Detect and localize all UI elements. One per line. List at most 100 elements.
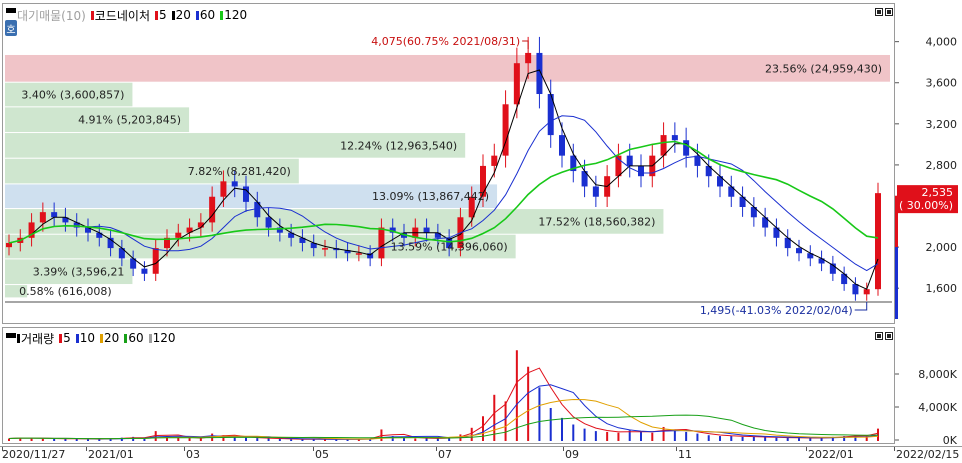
volume-bar (278, 438, 281, 441)
ma-20-label[interactable]: 20 (176, 8, 191, 22)
volume-bar (685, 431, 688, 441)
ma-20-swatch-icon (171, 10, 175, 20)
volume-bar (504, 401, 507, 441)
ma-60-swatch-icon (124, 333, 128, 343)
volume-bar (786, 437, 789, 441)
candle-body (852, 284, 859, 295)
x-tick-mark (806, 447, 807, 451)
candle-body (209, 196, 216, 223)
volume-profile-label: 12.24% (12,963,540) (340, 139, 457, 152)
candle-body (491, 155, 498, 166)
y-tick-label: 2,000 (926, 241, 958, 254)
restore-icon[interactable] (875, 8, 883, 16)
volume-bar (572, 424, 575, 441)
candle-body (355, 253, 362, 255)
x-tick-label: 2022/02/15 (896, 448, 960, 461)
x-tick-mark (436, 447, 437, 451)
candle-body (231, 181, 238, 187)
stock-tag-icon (90, 10, 94, 20)
ma-60-label[interactable]: 60 (200, 8, 215, 22)
candle-body (525, 52, 532, 64)
ma-20-label[interactable]: 20 (104, 331, 119, 345)
candle-body (265, 217, 272, 228)
volume-chart[interactable] (3, 328, 894, 443)
volume-bar (798, 438, 800, 441)
price-chart[interactable]: 23.56% (24,959,430) 3.40% (3,600,857) 4.91… (3, 4, 894, 323)
x-tick-label: 2022/01 (808, 448, 854, 461)
volume-tag-icon (17, 333, 20, 343)
volume-bar (775, 437, 778, 441)
volume-legend: 거래량 5 10 20 60 120 (17, 330, 178, 347)
volume-bar (256, 438, 259, 441)
chart-window: 호 대기매물(10) 코드네이처 5 20 60 120 23.56% (24,959… (0, 0, 962, 463)
maximize-icon[interactable] (885, 8, 893, 16)
volume-bar (549, 408, 552, 441)
y-axis-area: 4,000 3,600 3,200 2,800 2,000 1,600 2,535( 30.… (895, 36, 958, 446)
ma-10-label[interactable]: 10 (80, 331, 95, 345)
volume-bar (606, 431, 609, 441)
x-tick-label: 09 (565, 448, 579, 461)
panel-marker (6, 8, 16, 13)
volume-bar (482, 416, 484, 441)
volume-title[interactable]: 거래량 (21, 330, 54, 347)
maximize-icon[interactable] (885, 332, 893, 340)
volume-ma-legend: 5 10 20 60 120 (56, 331, 177, 345)
x-tick-mark (313, 447, 314, 451)
side-toggle-button[interactable]: 호 (5, 20, 17, 36)
volume-tick-label: 0K (943, 434, 958, 446)
volume-bar (561, 417, 563, 441)
x-tick-label: 2021/01 (88, 448, 134, 461)
volume-bar (741, 436, 744, 441)
volume-profile-label: 13.59% (14,396,060) (391, 241, 508, 254)
volume-bar (752, 436, 755, 441)
x-tick-label: 07 (438, 448, 452, 461)
volume-bar (707, 435, 710, 441)
ma-60-label[interactable]: 60 (128, 331, 143, 345)
x-tick-label: 03 (186, 448, 200, 461)
volume-profile-label: 0.58% (616,008) (19, 285, 112, 298)
volume-bar (470, 427, 473, 441)
candle-body (243, 186, 249, 202)
ma-5-label[interactable]: 5 (63, 331, 71, 345)
x-tick-mark (676, 447, 677, 451)
y-tick-label: 3,200 (926, 118, 958, 131)
volume-bar (290, 439, 293, 441)
x-tick-mark (184, 447, 185, 451)
candle-body (863, 289, 870, 295)
volume-panel[interactable]: 거래량 5 10 20 60 120 (2, 327, 895, 444)
volume-ma-line (8, 384, 879, 440)
volume-profile-label: 3.40% (3,600,857) (21, 89, 124, 102)
candle-body (220, 181, 227, 197)
volume-profile-label: 23.56% (24,959,430) (765, 62, 882, 75)
volume-bar (87, 439, 89, 441)
volume-bar (53, 438, 56, 441)
volume-tick-label: 4,000K (918, 401, 957, 414)
ma-120-swatch-icon (220, 10, 224, 20)
price-panel[interactable]: 호 대기매물(10) 코드네이처 5 20 60 120 23.56% (24,959… (2, 3, 895, 324)
ma-60-swatch-icon (195, 10, 199, 20)
volume-bar (719, 436, 721, 441)
price-legend: 대기매물(10) 코드네이처 5 20 60 120 (17, 7, 249, 24)
volume-bar (188, 438, 191, 441)
ma-120-label[interactable]: 120 (224, 8, 247, 22)
candle-body (175, 232, 182, 238)
volume-bar (640, 431, 642, 441)
candle-body (638, 165, 644, 177)
x-tick-mark (86, 447, 87, 451)
y-tick-label: 2,800 (926, 159, 958, 172)
stock-name[interactable]: 코드네이처 (95, 7, 150, 24)
high-arrow-icon (522, 40, 529, 49)
volume-ma-line (8, 367, 879, 440)
price-ma-legend: 5 20 60 120 (152, 8, 249, 22)
volume-profile-legend[interactable]: 대기매물(10) (17, 7, 86, 24)
volume-profile-label: 7.82% (8,281,420) (188, 165, 291, 178)
restore-icon[interactable] (875, 332, 883, 340)
ma-5-label[interactable]: 5 (159, 8, 167, 22)
ma-120-label[interactable]: 120 (153, 331, 176, 345)
scale-indicator (895, 195, 898, 248)
low-arrow-icon (854, 301, 868, 311)
volume-profile-label: 17.52% (18,560,382) (538, 215, 655, 228)
ma-20-swatch-icon (100, 333, 104, 343)
volume-bar (414, 438, 417, 441)
volume-bar (651, 432, 654, 441)
